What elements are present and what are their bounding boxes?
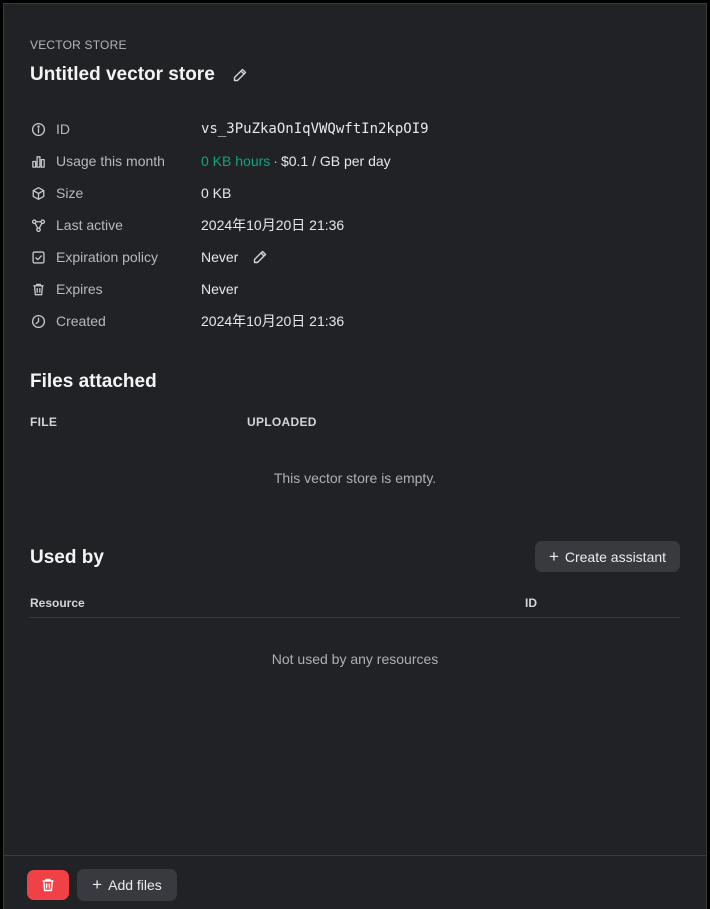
- property-label: Usage this month: [56, 153, 165, 169]
- property-label: Size: [56, 185, 84, 201]
- page-title: Untitled vector store: [30, 64, 215, 85]
- column-header-resource: Resource: [30, 596, 85, 610]
- plus-icon: +: [548, 546, 559, 566]
- expiration-policy-text: Never: [201, 249, 239, 265]
- property-label: ID: [56, 121, 70, 137]
- property-row-size: Size 0 KB: [30, 181, 670, 205]
- files-empty-message: This vector store is empty.: [273, 470, 437, 486]
- property-label: Expiration policy: [56, 249, 158, 265]
- separator-dot: ·: [273, 153, 278, 169]
- size-value: 0 KB: [201, 185, 232, 201]
- property-label: Expires: [56, 281, 103, 297]
- bar-chart-icon: [30, 153, 46, 169]
- property-row-usage: Usage this month 0 KB hours · $0.1 / GB …: [30, 149, 670, 173]
- used-by-empty-message: Not used by any resources: [271, 651, 439, 667]
- pencil-icon: [233, 68, 246, 82]
- column-header-uploaded: UPLOADED: [247, 415, 317, 429]
- pencil-icon: [254, 250, 267, 264]
- add-files-button[interactable]: + Add files: [77, 869, 177, 901]
- panel-footer: + Add files: [4, 855, 706, 909]
- property-label: Created: [56, 313, 106, 329]
- property-label: Last active: [56, 217, 123, 233]
- usage-value: 0 KB hours · $0.1 / GB per day: [201, 153, 391, 169]
- cube-icon: [30, 185, 46, 201]
- add-files-label: Add files: [108, 877, 162, 893]
- expiration-policy-value: Never: [201, 248, 269, 266]
- nodes-icon: [30, 217, 46, 233]
- delete-vector-store-button[interactable]: [27, 870, 69, 900]
- trash-icon: [42, 878, 54, 892]
- property-row-last-active: Last active 2024年10月20日 21:36: [30, 213, 670, 237]
- usage-rate: $0.1 / GB per day: [280, 153, 391, 169]
- calendar-check-icon: [30, 249, 46, 265]
- expires-value: Never: [201, 281, 239, 297]
- edit-title-button[interactable]: [231, 66, 249, 84]
- used-by-heading: Used by: [30, 547, 104, 568]
- trash-icon: [30, 281, 46, 297]
- property-row-expiration-policy: Expiration policy Never: [30, 245, 670, 269]
- column-header-id: ID: [525, 596, 537, 610]
- section-eyebrow: VECTOR STORE: [30, 38, 127, 52]
- create-assistant-button[interactable]: + Create assistant: [535, 541, 680, 572]
- column-header-file: FILE: [30, 415, 58, 429]
- clock-icon: [30, 313, 46, 329]
- vector-store-id[interactable]: vs_3PuZkaOnIqVWQwftIn2kpOI9: [201, 121, 429, 137]
- last-active-value: 2024年10月20日 21:36: [201, 217, 345, 233]
- property-row-id: ID vs_3PuZkaOnIqVWQwftIn2kpOI9: [30, 117, 670, 141]
- created-value: 2024年10月20日 21:36: [201, 313, 345, 329]
- create-assistant-label: Create assistant: [564, 548, 667, 565]
- table-divider: [30, 617, 680, 618]
- files-attached-heading: Files attached: [30, 371, 157, 392]
- property-row-created: Created 2024年10月20日 21:36: [30, 309, 670, 333]
- plus-icon: +: [92, 875, 103, 894]
- edit-expiration-button[interactable]: [251, 248, 269, 266]
- title-row: Untitled vector store: [30, 64, 249, 86]
- usage-hours-link[interactable]: 0 KB hours: [201, 153, 270, 169]
- info-icon: [30, 121, 46, 137]
- property-row-expires: Expires Never: [30, 277, 670, 301]
- vector-store-panel: VECTOR STORE Untitled vector store ID vs…: [3, 3, 707, 909]
